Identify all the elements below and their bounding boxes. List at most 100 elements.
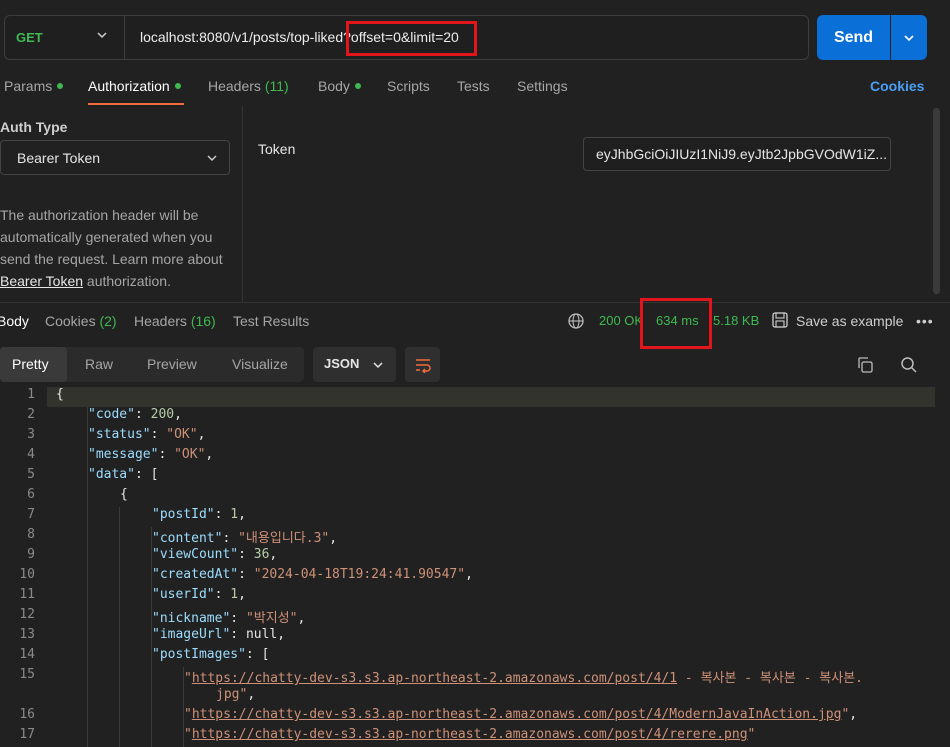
request-tabs: Params Authorization Headers (11) Body S… [0,76,950,106]
chevron-down-icon [904,34,914,41]
tab-params[interactable]: Params [4,78,64,94]
tab-response-cookies[interactable]: Cookies (2) [45,313,117,329]
response-body-editor[interactable]: 1{ 2 "code": 200, 3 "status": "OK", 4 "mess… [0,387,950,747]
save-icon[interactable] [771,311,789,329]
search-icon[interactable] [900,356,918,374]
active-tab-underline [88,103,184,105]
json-key: "postImages" [152,647,246,662]
token-value: eyJhbGciOiJIUzI1NiJ9.eyJtb2JpbGVOdW1iZ..… [596,146,887,162]
image-url-link[interactable]: https://chatty-dev-s3.s3.ap-northeast-2.… [192,707,842,722]
resp-headers-count: (16) [190,313,216,329]
line-number: 7 [27,507,35,522]
code-line: 12 "nickname": "박지성", [0,607,950,627]
url-input[interactable]: localhost:8080/v1/posts/top-liked?offset… [140,29,459,45]
save-as-example-button[interactable]: Save as example [796,313,903,329]
tab-response-body[interactable]: Body [0,313,29,329]
auth-type-panel: Auth Type Bearer Token The authorization… [0,106,243,302]
method-label: GET [16,30,43,45]
json-key: "viewCount" [152,547,239,562]
body-view-tabs: Pretty Raw Preview Visualize [0,347,304,382]
json-value: jpg [216,687,240,702]
tab-tests[interactable]: Tests [457,78,490,94]
scrollbar[interactable] [933,108,940,294]
format-select[interactable]: JSON [313,347,396,382]
json-value: "OK" [174,447,206,462]
view-tab-raw[interactable]: Raw [85,356,113,372]
send-options-button[interactable] [891,15,927,60]
format-label: JSON [324,356,360,371]
token-input[interactable]: eyJhbGciOiJIUzI1NiJ9.eyJtb2JpbGVOdW1iZ..… [583,137,891,171]
image-url-link[interactable]: https://chatty-dev-s3.s3.ap-northeast-2.… [192,671,677,686]
copy-icon[interactable] [856,356,874,374]
globe-icon[interactable] [567,312,585,330]
tab-body[interactable]: Body [318,78,361,94]
tab-body-label: Body [318,78,350,94]
line-number: 5 [27,467,35,482]
tab-scripts[interactable]: Scripts [387,78,430,94]
line-number: 4 [27,447,35,462]
tab-settings[interactable]: Settings [517,78,568,94]
json-key: "nickname" [152,611,231,626]
json-key: "status" [88,427,151,442]
tab-headers[interactable]: Headers (11) [208,78,289,94]
wrap-lines-button[interactable] [405,347,440,382]
view-tab-preview[interactable]: Preview [147,356,197,372]
tab-resp-headers-label: Headers [134,313,187,329]
image-url-link[interactable]: https://chatty-dev-s3.s3.ap-northeast-2.… [192,727,748,742]
status-code[interactable]: 200 OK [599,313,643,328]
headers-count: (11) [264,78,289,94]
auth-desc-text-end: authorization. [83,273,171,289]
json-value: 1 [230,587,239,602]
code-line: 17 "https://chatty-dev-s3.s3.ap-northeast… [0,727,950,747]
json-key: "content" [152,531,223,546]
tab-response-headers[interactable]: Headers (16) [134,313,216,329]
code-line: 15 "https://chatty-dev-s3.s3.ap-northeast… [0,667,950,687]
line-number: 2 [27,407,35,422]
url-bar: GET localhost:8080/v1/posts/top-liked?of… [4,15,809,60]
status-dot [354,83,361,90]
divider [0,302,950,303]
code-line: 11 "userId": 1, [0,587,950,607]
more-icon[interactable]: ••• [916,313,934,329]
send-button[interactable]: Send [817,15,890,60]
view-tab-visualize[interactable]: Visualize [232,356,288,372]
code-line: 8 "content": "내용입니다.3", [0,527,950,547]
line-number: 15 [19,667,35,682]
json-value: 36 [253,547,270,562]
status-dot [174,83,181,90]
chevron-down-icon [207,155,217,161]
json-value: "OK" [166,427,198,442]
json-value: 1 [230,507,239,522]
line-number: 1 [27,387,35,402]
code-line: 14 "postImages": [ [0,647,950,667]
code-line: 9 "viewCount": 36, [0,547,950,567]
line-number: 14 [19,647,35,662]
line-number: 11 [19,587,35,602]
response-time[interactable]: 634 ms [656,313,699,328]
json-value: 200 [150,407,175,422]
bearer-token-link[interactable]: Bearer Token [0,273,83,289]
response-size[interactable]: 5.18 KB [713,313,759,328]
cookies-link[interactable]: Cookies [870,78,924,94]
auth-description: The authorization header will be automat… [0,204,235,292]
auth-type-select[interactable]: Bearer Token [0,140,230,175]
line-number: 3 [27,427,35,442]
json-key: "userId" [152,587,215,602]
tab-test-results[interactable]: Test Results [233,313,309,329]
code-line: 5 "data": [ [0,467,950,487]
line-number: 13 [19,627,35,642]
code-line: 7 "postId": 1, [0,507,950,527]
auth-type-value: Bearer Token [17,150,101,166]
json-key: "postId" [152,507,215,522]
tab-authorization[interactable]: Authorization [88,78,181,94]
json-key: "code" [88,407,135,422]
cookies-count: (2) [99,313,117,329]
code-line: jpg", [216,687,256,702]
view-tab-pretty[interactable]: Pretty [12,356,49,372]
chevron-down-icon [97,32,107,39]
line-number: 10 [19,567,35,582]
json-value: - 복사본 - 복사본 - 복사본. [677,671,864,686]
code-line: 4 "message": "OK", [0,447,950,467]
method-select[interactable]: GET [5,16,125,59]
json-key: "message" [88,447,159,462]
